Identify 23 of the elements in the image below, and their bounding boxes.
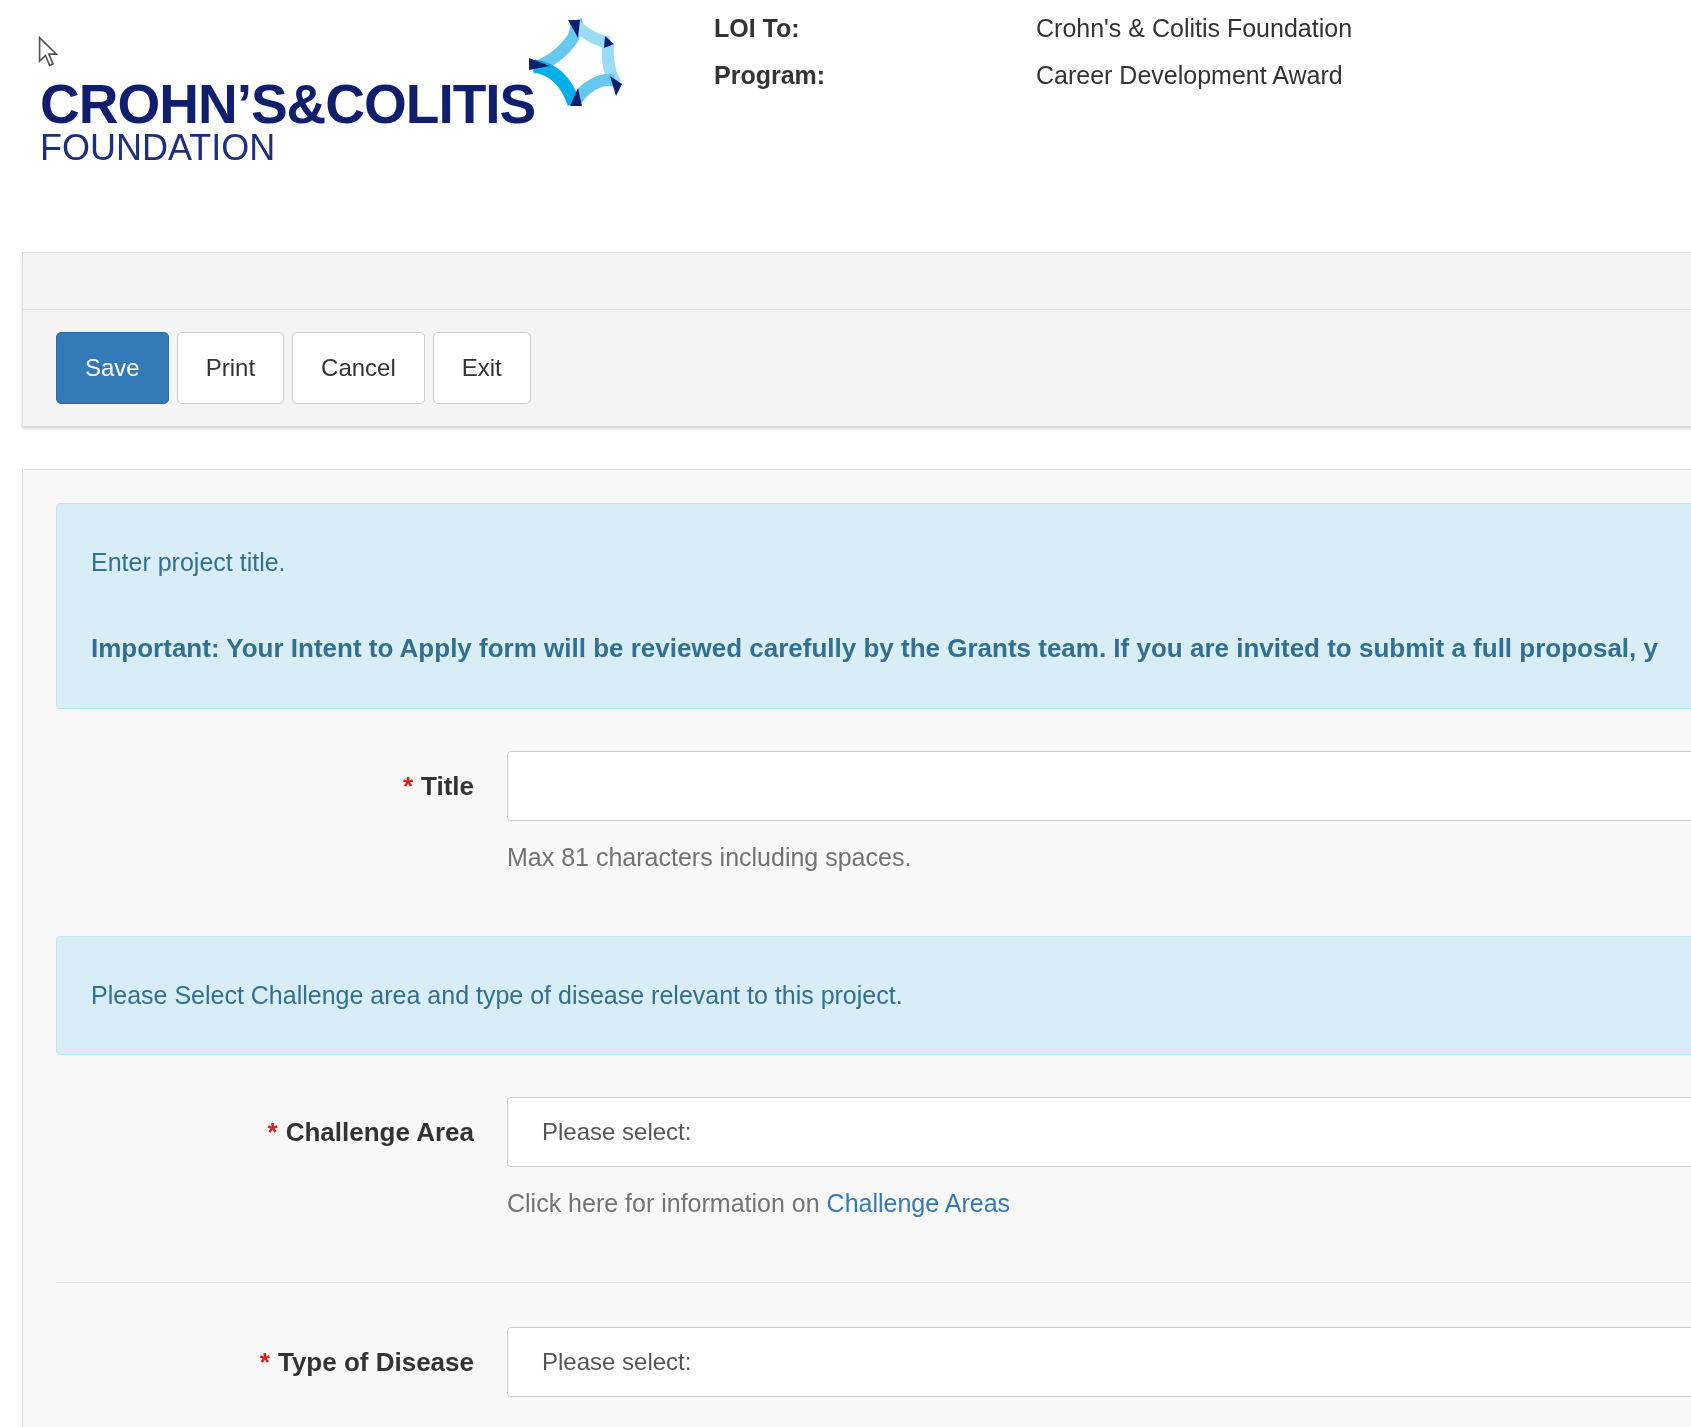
field-label: * Type of Disease [259, 1346, 474, 1378]
detail-label: LOI To: [714, 14, 801, 43]
hint-text: Max 81 characters including spaces. [507, 843, 913, 872]
toolbar-button[interactable]: Cancel [292, 332, 425, 404]
hint-text: Click here for information on Challenge Areas [507, 1189, 1012, 1218]
logo-wordmark: CROHN’S&COLITIS [40, 78, 537, 130]
input-field[interactable] [507, 751, 1691, 821]
select-dropdown[interactable]: Please select: [507, 1097, 1691, 1167]
cursor-icon [37, 36, 59, 68]
info-text: Important: Your Intent to Apply form will be reviewed carefully by the Grants team. If you are invited to submit a full proposal, y [91, 633, 1659, 664]
info-link[interactable]: Challenge Areas [826, 1189, 1011, 1217]
toolbar-button[interactable]: Print [176, 332, 285, 404]
detail-label: Program: [714, 61, 827, 90]
info-text: Please Select Challenge area and type of disease relevant to this project. [91, 981, 904, 1010]
detail-value: Career Development Award [1036, 61, 1344, 90]
field-label: * Title [402, 770, 474, 802]
info-text: Enter project title. [91, 548, 287, 577]
detail-value: Crohn's & Colitis Foundation [1036, 14, 1353, 43]
select-dropdown[interactable]: Please select: [507, 1327, 1691, 1397]
logo-subtitle: FOUNDATION [40, 130, 277, 166]
save-button[interactable]: Save [56, 332, 169, 404]
toolbar-button[interactable]: Exit [432, 332, 531, 404]
field-label: * Challenge Area [267, 1116, 474, 1148]
